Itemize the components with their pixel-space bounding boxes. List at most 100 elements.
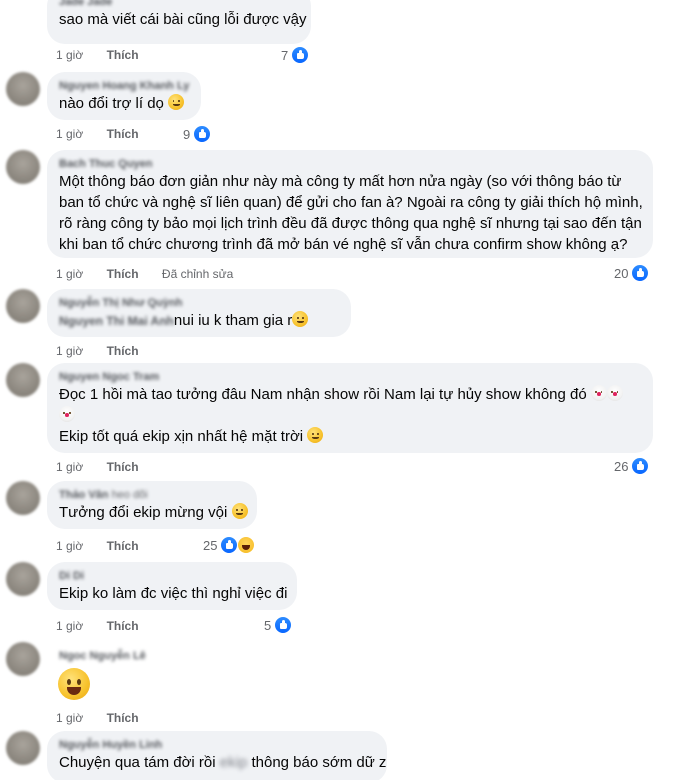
- comment-author[interactable]: Bach Thuc Quyen: [59, 157, 641, 171]
- like-reaction-icon: [291, 46, 310, 64]
- grinning-emoji-icon: [58, 668, 90, 700]
- like-reaction-icon: [631, 457, 650, 475]
- like-reaction-icon: [274, 616, 293, 634]
- reaction-count[interactable]: 5: [264, 616, 293, 634]
- clown-emoji-icon: [606, 385, 623, 401]
- like-button[interactable]: Thích: [107, 267, 139, 281]
- clown-emoji-icon: [59, 406, 75, 422]
- comment-meta: 1 giờ Thích: [56, 539, 159, 553]
- reaction-count-value: 20: [614, 265, 629, 281]
- comment-text: [59, 405, 641, 426]
- comment-text-line: nào đổi trợ lí dọ: [59, 95, 164, 112]
- comment-author[interactable]: Jade Jade: [59, 0, 299, 9]
- comment-author-name[interactable]: Thảo Vân: [59, 489, 109, 501]
- comment-bubble: Nguyễn Thị Như Quỳnh Nguyen Thi Mai Anhn…: [47, 289, 351, 337]
- comment-text-line: Ekip tốt quá ekip xịn nhất hệ mặt trời: [59, 428, 304, 445]
- comment-time[interactable]: 1 giờ: [56, 344, 83, 358]
- comment-time[interactable]: 1 giờ: [56, 539, 83, 553]
- comment-bubble: Di Di Ekip ko làm đc việc thì nghỉ việc …: [47, 562, 297, 610]
- comment-meta: 1 giờ Thích: [56, 619, 159, 633]
- haha-reaction-icon: [237, 536, 256, 554]
- reaction-count-value: 7: [281, 47, 289, 63]
- comment-bubble: Bach Thuc Quyen Một thông báo đơn giản n…: [47, 150, 653, 258]
- comment-author[interactable]: Nguyen Hoang Khanh Ly: [59, 79, 189, 93]
- comment-bubble: Nguyễn Huyền Linh Chuyện qua tám đời rồi…: [47, 731, 387, 780]
- comment-text: Ekip tốt quá ekip xịn nhất hệ mặt trời: [59, 426, 641, 447]
- avatar[interactable]: [6, 289, 40, 323]
- edited-label[interactable]: Đã chỉnh sửa: [162, 267, 233, 281]
- reaction-count-value: 5: [264, 617, 272, 633]
- comment-time[interactable]: 1 giờ: [56, 460, 83, 474]
- comment-meta: 1 giờ Thích: [56, 127, 159, 141]
- comment-meta: 1 giờ Thích: [56, 711, 159, 725]
- avatar[interactable]: [6, 150, 40, 184]
- sad-emoji-icon: [168, 94, 185, 110]
- comment-bubble: Thảo Vân heo dõi Tưởng đổi ekip mừng vội: [47, 481, 257, 529]
- comment-author[interactable]: Ngoc Nguyễn Lê: [59, 649, 146, 663]
- comment-text: Chuyện qua tám đời rồi ekip thông báo sớ…: [59, 752, 386, 773]
- like-button[interactable]: Thích: [107, 619, 139, 633]
- like-button[interactable]: Thích: [107, 344, 139, 358]
- reaction-count-value: 25: [203, 537, 218, 553]
- like-button[interactable]: Thích: [107, 539, 139, 553]
- like-reaction-icon: [193, 125, 212, 143]
- avatar[interactable]: [6, 72, 40, 106]
- like-button[interactable]: Thích: [107, 711, 139, 725]
- reaction-count[interactable]: 25: [203, 536, 256, 554]
- reaction-count[interactable]: 26: [614, 457, 650, 475]
- comment-text-line: khi ban tổ chức chương trình đã mở bán v…: [59, 236, 628, 253]
- comment-text-line: thông báo sớm dữ z: [251, 754, 387, 771]
- comment-text: nào đổi trợ lí dọ: [59, 93, 189, 114]
- halo-emoji-icon: [231, 503, 248, 519]
- comment-time[interactable]: 1 giờ: [56, 48, 83, 62]
- comment-author: Thảo Vân heo dõi: [59, 488, 245, 502]
- comment-text-line: Chuyện qua tám đời rồi: [59, 754, 216, 771]
- avatar[interactable]: [6, 363, 40, 397]
- comment-text-line: Đọc 1 hồi mà tao tưởng đâu Nam nhận show…: [59, 386, 587, 403]
- reaction-count-value: 9: [183, 126, 191, 142]
- like-reaction-icon: [631, 264, 650, 282]
- comment-text-line: ban tổ chức và nghệ sĩ liên quan) để gửi…: [59, 194, 643, 211]
- mentioned-user[interactable]: Nguyen Thi Mai Anh: [59, 311, 174, 332]
- like-button[interactable]: Thích: [107, 460, 139, 474]
- reaction-count[interactable]: 7: [281, 46, 310, 64]
- comment-meta: 1 giờ Thích: [56, 460, 159, 474]
- comment-text: sao mà viết cái bài cũng lỗi được vậy: [59, 11, 307, 28]
- comment-bubble: Jade Jade sao mà viết cái bài cũng lỗi đ…: [47, 0, 311, 44]
- comment-text: Tưởng đổi ekip mừng vội: [59, 502, 248, 523]
- avatar[interactable]: [6, 481, 40, 515]
- avatar[interactable]: [6, 642, 40, 676]
- comment-meta: 1 giờ Thích: [56, 48, 159, 62]
- weary-emoji-icon: [292, 311, 309, 327]
- like-button[interactable]: Thích: [107, 127, 139, 141]
- clown-emoji-icon: [590, 385, 607, 401]
- like-reaction-icon: [220, 536, 239, 554]
- comment-sticker: [58, 668, 90, 700]
- comment-meta: 1 giờ Thích: [56, 344, 159, 358]
- comment-bubble: Nguyen Ngoc Tram Đọc 1 hồi mà tao tưởng …: [47, 363, 653, 453]
- avatar[interactable]: [6, 731, 40, 765]
- comment-text-line: rõ ràng công ty bảo mọi lịch trình đều đ…: [59, 215, 642, 232]
- comment-text: Đọc 1 hồi mà tao tưởng đâu Nam nhận show…: [59, 384, 641, 405]
- like-button[interactable]: Thích: [107, 48, 139, 62]
- comment-time[interactable]: 1 giờ: [56, 267, 83, 281]
- smile-emoji-icon: [307, 427, 324, 443]
- comment-time[interactable]: 1 giờ: [56, 711, 83, 725]
- avatar[interactable]: [6, 562, 40, 596]
- reaction-count[interactable]: 20: [614, 264, 650, 282]
- comment-meta: 1 giờ Thích Đã chỉnh sửa: [56, 267, 253, 281]
- hidden-word: ekip: [219, 754, 248, 771]
- comment-text: Ekip ko làm đc việc thì nghỉ việc đi: [59, 585, 288, 602]
- reaction-count[interactable]: 9: [183, 125, 212, 143]
- comment-bubble: Nguyen Hoang Khanh Ly nào đổi trợ lí dọ: [47, 72, 201, 120]
- comment-text: Nguyen Thi Mai Anhnui iu k tham gia r: [59, 310, 339, 332]
- comment-author[interactable]: Nguyễn Thị Như Quỳnh: [59, 296, 339, 310]
- comment-author[interactable]: Di Di: [59, 569, 285, 583]
- comment-text-line: Tưởng đổi ekip mừng vội: [59, 504, 228, 521]
- comment-text-line: nui iu k tham gia r: [173, 312, 293, 329]
- comment-time[interactable]: 1 giờ: [56, 127, 83, 141]
- comment-author[interactable]: Nguyễn Huyền Linh: [59, 738, 375, 752]
- comment-time[interactable]: 1 giờ: [56, 619, 83, 633]
- follow-link[interactable]: heo dõi: [112, 489, 148, 501]
- comment-author[interactable]: Nguyen Ngoc Tram: [59, 370, 641, 384]
